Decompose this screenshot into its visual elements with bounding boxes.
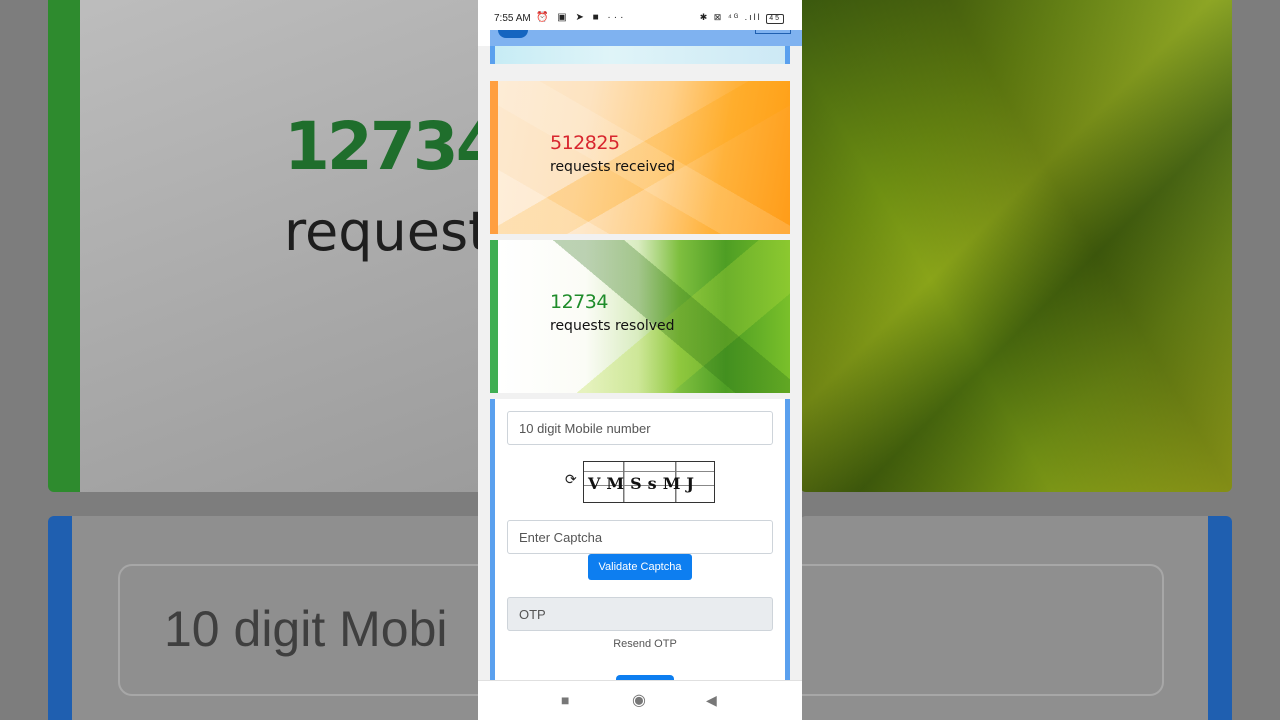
requests-resolved-count: 12734 [550, 291, 608, 313]
bg-resolved-number: 12734 [284, 108, 502, 185]
captcha-input[interactable]: Enter Captcha [507, 520, 773, 554]
requests-resolved-card: 12734 requests resolved [490, 240, 790, 393]
otp-input: OTP [507, 597, 773, 631]
resend-otp-link[interactable]: Resend OTP [495, 638, 795, 650]
app-logo[interactable] [498, 30, 528, 38]
requests-received-label: requests received [550, 159, 676, 175]
banner-card-partial [490, 46, 790, 64]
battery-icon: 45 [766, 14, 784, 24]
back-icon[interactable]: ◀ [706, 692, 717, 709]
signal-icon: ✱ ⊠ ⁴ᴳ .ıll [699, 12, 762, 22]
bg-green-pattern [800, 0, 1232, 492]
captcha-image: VMSsMJ [583, 461, 715, 503]
validate-captcha-button[interactable]: Validate Captcha [588, 554, 692, 580]
recent-apps-icon[interactable]: ■ [561, 692, 569, 708]
menu-toggle-button[interactable] [755, 30, 791, 34]
status-time: 7:55 AM [494, 13, 531, 24]
refresh-captcha-icon[interactable]: ⟳ [565, 471, 577, 488]
android-nav-bar: ■ ◉ ◀ [478, 680, 802, 720]
phone-screen: 7:55 AM ⏰ ▣ ➤ ■ ··· ✱ ⊠ ⁴ᴳ .ıll 45 51282… [478, 0, 802, 720]
home-icon[interactable]: ◉ [632, 690, 646, 710]
status-bar: 7:55 AM ⏰ ▣ ➤ ■ ··· ✱ ⊠ ⁴ᴳ .ıll 45 [478, 0, 802, 30]
requests-received-count: 512825 [550, 132, 620, 154]
login-form-card: 10 digit Mobile number ⟳ VMSsMJ Enter Ca… [490, 399, 790, 699]
page-content[interactable]: 512825 requests received 12734 requests … [478, 46, 802, 699]
requests-resolved-label: requests resolved [550, 318, 675, 334]
bg-mobile-placeholder: 10 digit Mobi [164, 601, 448, 657]
system-icons: ✱ ⊠ ⁴ᴳ .ıll 45 [700, 12, 784, 24]
requests-received-card: 512825 requests received [490, 81, 790, 234]
mobile-number-input[interactable]: 10 digit Mobile number [507, 411, 773, 445]
notification-icons: ⏰ ▣ ➤ ■ ··· [536, 12, 627, 23]
